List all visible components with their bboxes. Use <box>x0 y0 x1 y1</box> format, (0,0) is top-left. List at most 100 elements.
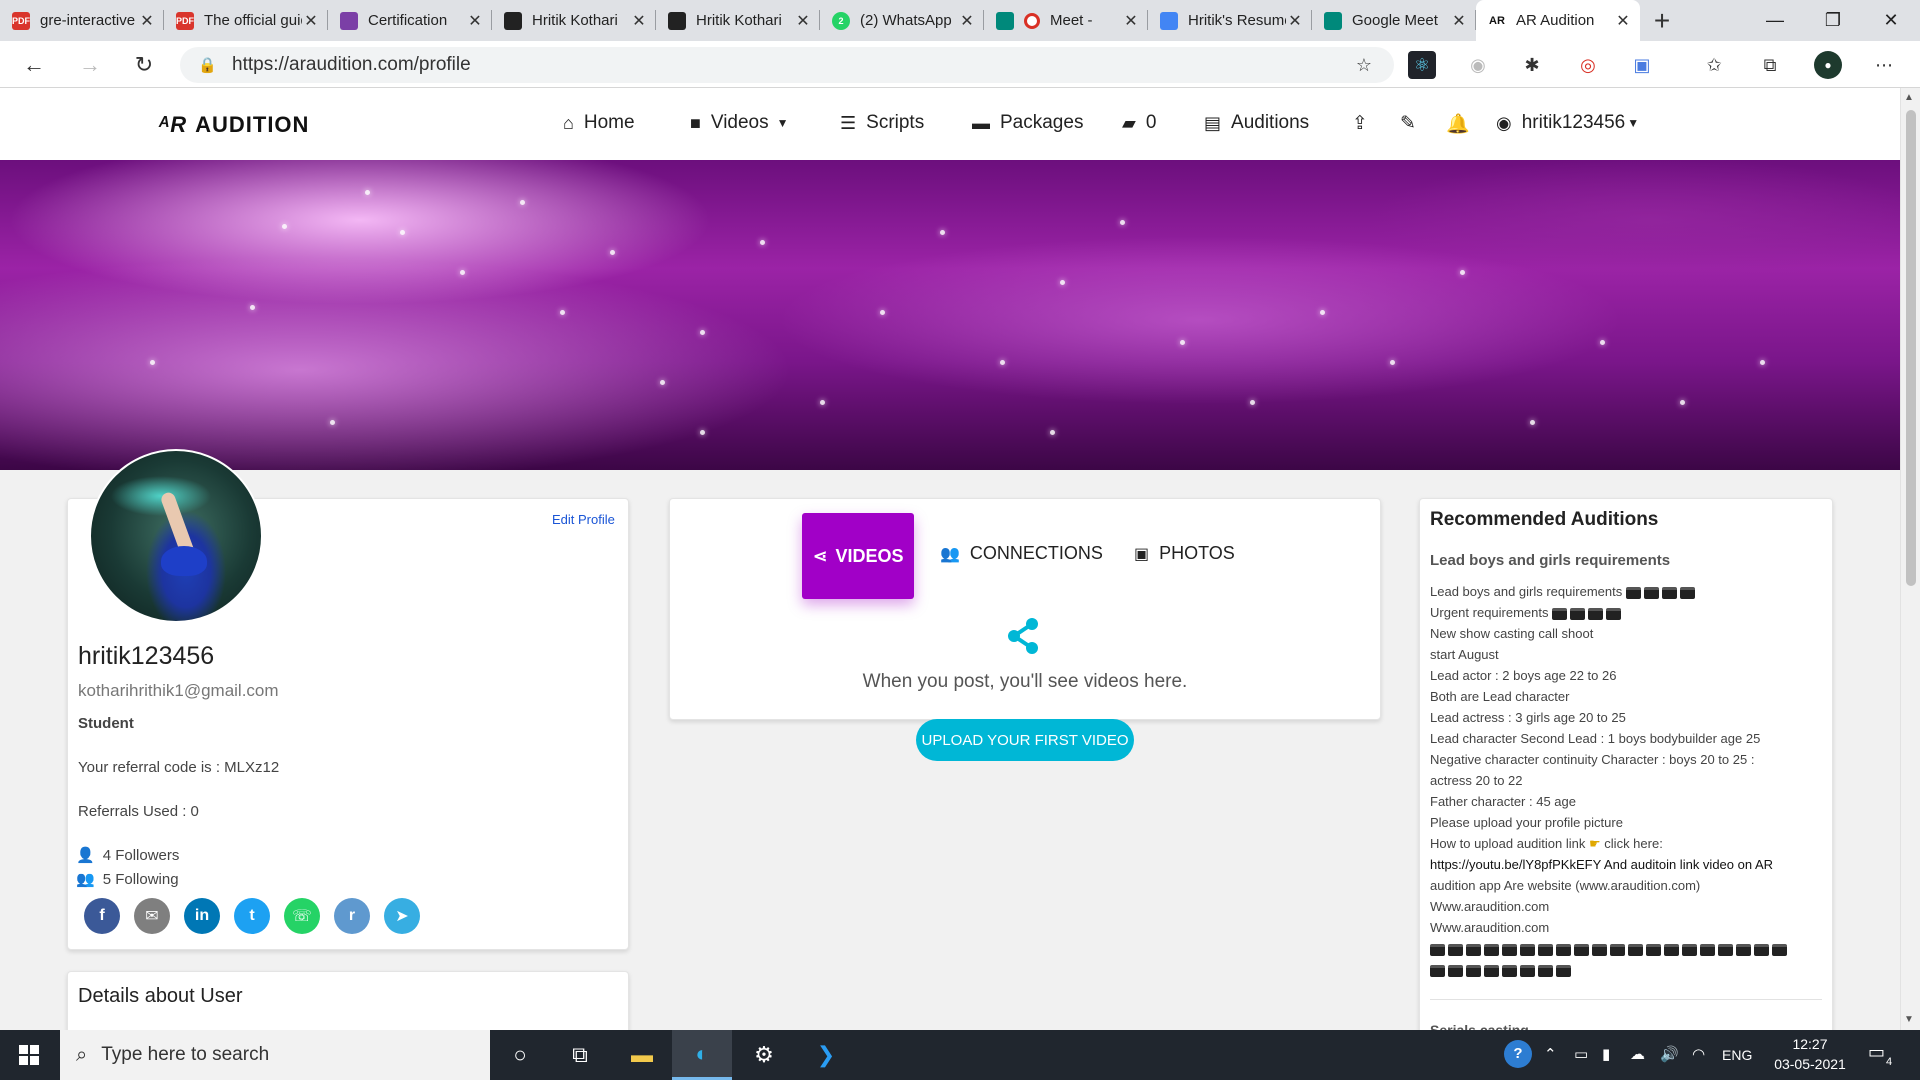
bug-icon[interactable]: ✱ <box>1518 51 1546 79</box>
edge-browser-icon[interactable]: ◐ <box>672 1030 732 1080</box>
close-icon[interactable]: ✕ <box>1614 11 1632 31</box>
forward-icon[interactable]: → <box>72 47 108 83</box>
nav-user-menu[interactable]: ◉ hritik123456 ▼ <box>1496 112 1639 134</box>
scroll-down-icon[interactable]: ▼ <box>1904 1014 1914 1025</box>
upload-icon[interactable]: ⇪ <box>1352 112 1368 135</box>
close-icon[interactable]: ✕ <box>302 11 320 31</box>
refresh-icon[interactable]: ↻ <box>126 47 162 83</box>
url-text[interactable]: https://araudition.com/profile <box>232 54 471 76</box>
close-icon[interactable]: ✕ <box>794 11 812 31</box>
tab-title: Hritik's Resume <box>1188 12 1286 29</box>
nav-wallet[interactable]: ▰ 0 <box>1122 112 1156 134</box>
react-devtools-icon[interactable]: ⚛ <box>1408 51 1436 79</box>
help-icon[interactable]: ? <box>1504 1040 1532 1068</box>
scrollbar-thumb[interactable] <box>1906 110 1916 586</box>
facebook-share-icon[interactable]: f <box>84 898 120 934</box>
nav-auditions[interactable]: ▤ Auditions <box>1204 112 1309 134</box>
browser-tab[interactable]: PDF The official guide✕ <box>164 0 328 41</box>
bell-icon[interactable]: 🔔 <box>1446 112 1470 136</box>
telegram-share-icon[interactable]: ➤ <box>384 898 420 934</box>
screen-record-icon[interactable]: ◎ <box>1574 51 1602 79</box>
caret-down-icon: ▼ <box>776 116 789 130</box>
whatsapp-share-icon[interactable]: ☏ <box>284 898 320 934</box>
followers-link[interactable]: 👤 4 Followers <box>76 846 179 864</box>
notification-count: 4 <box>1886 1056 1893 1068</box>
browser-tab[interactable]: Hritik Kothari ✕ <box>656 0 820 41</box>
edit-icon[interactable]: ✎ <box>1400 112 1416 135</box>
audition-title-link[interactable]: Serials casting <box>1430 1022 1529 1030</box>
tab-photos[interactable]: ▣ PHOTOS <box>1134 543 1235 564</box>
language-indicator[interactable]: ENG <box>1722 1047 1752 1063</box>
extension-icon[interactable]: ◉ <box>1464 51 1492 79</box>
linkedin-share-icon[interactable]: in <box>184 898 220 934</box>
site-logo[interactable]: ᴬR AUDITION <box>158 112 309 138</box>
notification-icon[interactable]: ▭ <box>1868 1042 1885 1063</box>
windows-start-icon[interactable] <box>0 1030 58 1080</box>
browser-tab[interactable]: Meet - ✕ <box>984 0 1148 41</box>
close-icon[interactable]: ✕ <box>466 11 484 31</box>
close-icon[interactable]: ✕ <box>630 11 648 31</box>
volume-icon[interactable]: 🔊 <box>1660 1045 1679 1063</box>
close-icon[interactable]: ✕ <box>1122 11 1140 31</box>
task-view-icon[interactable]: ⧉ <box>550 1030 610 1080</box>
bars-icon: ▬ <box>972 112 990 133</box>
tab-connections[interactable]: 👥 CONNECTIONS <box>940 543 1103 564</box>
address-bar[interactable]: 🔒 https://araudition.com/profile <box>180 47 1394 83</box>
favorite-star-icon[interactable]: ☆ <box>1350 51 1378 79</box>
nav-videos[interactable]: ■ Videos ▼ <box>690 112 789 134</box>
cortana-icon[interactable]: ○ <box>490 1030 550 1080</box>
close-icon[interactable]: ✕ <box>1286 11 1304 31</box>
onedrive-cloud-icon[interactable]: ☁ <box>1630 1045 1645 1063</box>
user-circle-icon: ◉ <box>1496 112 1512 133</box>
ar-logo-icon: ᴬR <box>158 112 188 137</box>
browser-tab[interactable]: PDF gre-interactive ✕ <box>0 0 164 41</box>
favorites-icon[interactable]: ✩ <box>1700 51 1728 79</box>
restore-icon[interactable]: ❐ <box>1804 0 1862 41</box>
clock-time[interactable]: 12:27 <box>1770 1036 1850 1052</box>
profile-avatar-icon[interactable]: ● <box>1814 51 1842 79</box>
browser-tab-active[interactable]: AR AR Audition ✕ <box>1476 0 1640 41</box>
device-icon[interactable]: ▭ <box>1574 1045 1588 1063</box>
wifi-icon[interactable]: ◠ <box>1692 1045 1705 1063</box>
upload-first-video-button[interactable]: UPLOAD YOUR FIRST VIDEO <box>916 719 1134 761</box>
close-icon[interactable]: ✕ <box>1450 11 1468 31</box>
following-link[interactable]: 👥 5 Following <box>76 870 179 888</box>
close-icon[interactable]: ✕ <box>138 11 156 31</box>
browser-tab[interactable]: Certification ✕ <box>328 0 492 41</box>
chevron-up-icon[interactable]: ⌃ <box>1544 1045 1557 1063</box>
tab-videos[interactable]: ⋖ VIDEOS <box>802 513 914 599</box>
more-menu-icon[interactable]: ⋯ <box>1870 51 1898 79</box>
tab-title: Google Meet <box>1352 12 1438 29</box>
taskbar-search-box[interactable]: ⌕ Type here to search <box>60 1030 490 1080</box>
clock-date[interactable]: 03-05-2021 <box>1770 1056 1850 1072</box>
browser-tab[interactable]: Hritik's Resume ✕ <box>1148 0 1312 41</box>
camera-icon[interactable]: ▣ <box>1628 51 1656 79</box>
minimize-icon[interactable]: — <box>1746 0 1804 41</box>
battery-icon[interactable]: ▮ <box>1602 1045 1610 1063</box>
browser-tab[interactable]: Google Meet ✕ <box>1312 0 1476 41</box>
browser-tab[interactable]: 2 (2) WhatsApp ✕ <box>820 0 984 41</box>
collections-icon[interactable]: ⧉ <box>1756 51 1784 79</box>
nav-packages[interactable]: ▬ Packages <box>972 112 1083 134</box>
settings-gear-icon[interactable]: ⚙ <box>734 1030 794 1080</box>
close-icon[interactable]: ✕ <box>958 11 976 31</box>
email-share-icon[interactable]: ✉ <box>134 898 170 934</box>
window-close-icon[interactable]: ✕ <box>1862 0 1920 41</box>
referrals-used: Referrals Used : 0 <box>78 803 199 820</box>
twitter-share-icon[interactable]: t <box>234 898 270 934</box>
back-icon[interactable]: ← <box>16 47 52 83</box>
profile-avatar[interactable] <box>89 449 263 623</box>
file-explorer-icon[interactable]: ▬ <box>612 1030 672 1080</box>
address-bar-row: ← → ↻ 🔒 https://araudition.com/profile ☆… <box>0 41 1920 88</box>
nav-home[interactable]: ⌂ Home <box>563 112 635 134</box>
scroll-up-icon[interactable]: ▲ <box>1904 92 1914 103</box>
audition-title-link[interactable]: Lead boys and girls requirements <box>1430 552 1670 569</box>
audition-link-line[interactable]: https://youtu.be/lY8pfPKkEFY And auditoi… <box>1430 857 1773 872</box>
new-tab-button[interactable]: + <box>1640 0 1684 41</box>
browser-tab[interactable]: Hritik Kothari ✕ <box>492 0 656 41</box>
page-scrollbar[interactable]: ▲ ▼ <box>1900 88 1920 1030</box>
edit-profile-link[interactable]: Edit Profile <box>552 512 615 527</box>
vscode-icon[interactable]: ❯ <box>796 1030 856 1080</box>
nav-scripts[interactable]: ☰ Scripts <box>840 112 924 134</box>
reddit-share-icon[interactable]: r <box>334 898 370 934</box>
